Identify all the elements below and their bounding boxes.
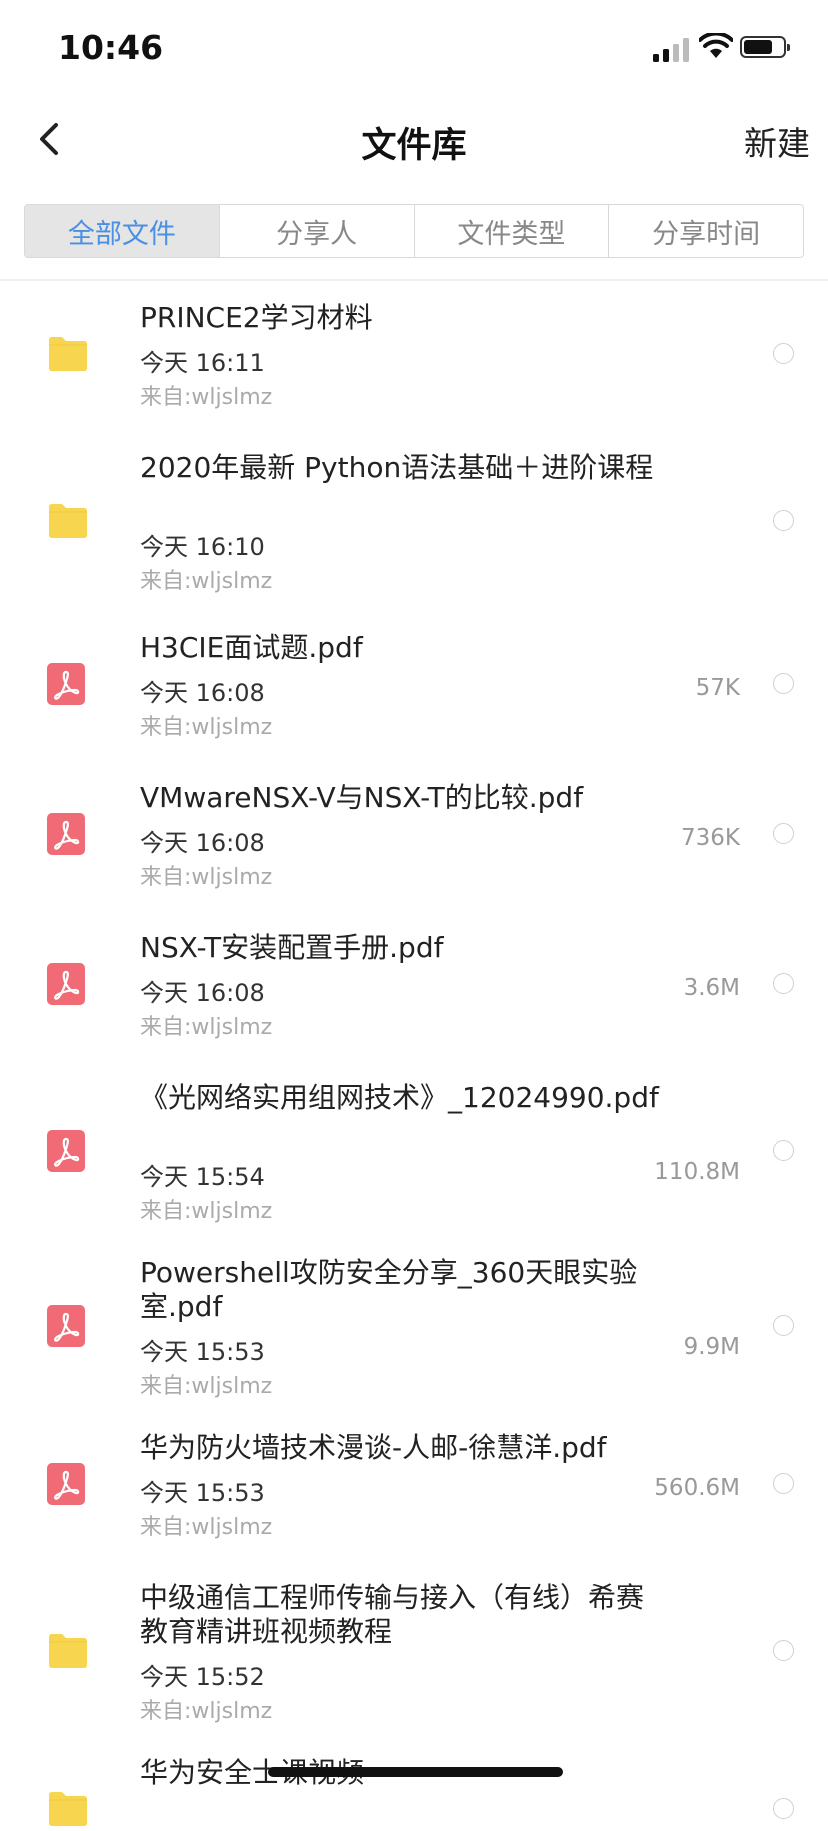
file-date: 今天 15:53 xyxy=(140,1479,265,1507)
select-radio[interactable] xyxy=(773,673,794,694)
file-name: PRINCE2学习材料 xyxy=(140,301,373,334)
file-source: 来自:wljslmz xyxy=(140,1015,273,1040)
pdf-file-icon xyxy=(46,1129,86,1173)
file-source: 来自:wljslmz xyxy=(140,865,273,890)
file-date: 今天 15:53 xyxy=(140,1338,265,1366)
file-size: 3.6M xyxy=(683,975,740,1001)
file-date: 今天 16:08 xyxy=(140,829,265,857)
file-size: 560.6M xyxy=(654,1475,740,1501)
cellular-signal-icon xyxy=(653,38,689,62)
file-name: H3CIE面试题.pdf xyxy=(140,631,363,664)
folder-icon xyxy=(46,503,90,539)
wifi-icon xyxy=(699,33,733,58)
file-source: 来自:wljslmz xyxy=(140,569,273,594)
file-date: 今天 16:08 xyxy=(140,679,265,707)
file-date: 今天 15:52 xyxy=(140,1663,265,1691)
file-name: Powershell攻防安全分享_360天眼实验室.pdf xyxy=(140,1256,638,1323)
divider xyxy=(0,279,828,281)
pdf-file-icon xyxy=(46,1304,86,1348)
tab-1[interactable]: 分享人 xyxy=(218,205,414,257)
folder-icon xyxy=(46,1791,90,1827)
file-size: 57K xyxy=(695,675,740,701)
select-radio[interactable] xyxy=(773,1798,794,1819)
file-size: 110.8M xyxy=(654,1159,740,1185)
status-bar: 10:46 xyxy=(0,0,828,95)
home-indicator xyxy=(268,1767,563,1777)
file-date: 今天 16:08 xyxy=(140,979,265,1007)
file-name: 华为防火墙技术漫谈-人邮-徐慧洋.pdf xyxy=(140,1431,607,1464)
folder-icon xyxy=(46,336,90,372)
page-title: 文件库 xyxy=(361,126,467,166)
filter-tabs: 全部文件 分享人 文件类型 分享时间 xyxy=(24,204,804,258)
file-date: 今天 15:54 xyxy=(140,1163,265,1191)
file-source: 来自:wljslmz xyxy=(140,715,273,740)
select-radio[interactable] xyxy=(773,973,794,994)
select-radio[interactable] xyxy=(773,343,794,364)
file-size: 9.9M xyxy=(683,1334,740,1360)
new-button[interactable]: 新建 xyxy=(744,117,810,165)
folder-icon xyxy=(46,1633,90,1669)
pdf-file-icon xyxy=(46,812,86,856)
file-source: 来自:wljslmz xyxy=(140,1374,273,1399)
file-name: 《光网络实用组网技术》_12024990.pdf xyxy=(140,1081,659,1114)
file-date: 今天 16:11 xyxy=(140,349,265,377)
pdf-file-icon xyxy=(46,962,86,1006)
select-radio[interactable] xyxy=(773,510,794,531)
select-radio[interactable] xyxy=(773,1473,794,1494)
navigation-bar: 文件库 新建 xyxy=(0,95,828,185)
select-radio[interactable] xyxy=(773,823,794,844)
file-name: 中级通信工程师传输与接入（有线）希赛教育精讲班视频教程 xyxy=(140,1581,645,1648)
file-name: 2020年最新 Python语法基础＋进阶课程 xyxy=(140,451,654,484)
file-size: 736K xyxy=(681,825,740,851)
file-date: 今天 16:10 xyxy=(140,533,265,561)
tab-3[interactable]: 分享时间 xyxy=(608,205,803,257)
pdf-file-icon xyxy=(46,1462,86,1506)
file-source: 来自:wljslmz xyxy=(140,1699,273,1724)
file-name: NSX-T安装配置手册.pdf xyxy=(140,931,444,964)
file-source: 来自:wljslmz xyxy=(140,1515,273,1540)
select-radio[interactable] xyxy=(773,1315,794,1336)
battery-icon xyxy=(740,36,790,58)
select-radio[interactable] xyxy=(773,1640,794,1661)
file-source: 来自:wljslmz xyxy=(140,1199,273,1224)
select-radio[interactable] xyxy=(773,1140,794,1161)
file-source: 来自:wljslmz xyxy=(140,385,273,410)
status-time: 10:46 xyxy=(58,28,164,67)
file-name: VMwareNSX-V与NSX-T的比较.pdf xyxy=(140,781,584,814)
tab-0[interactable]: 全部文件 xyxy=(25,205,219,257)
pdf-file-icon xyxy=(46,662,86,706)
tab-2[interactable]: 文件类型 xyxy=(413,205,609,257)
